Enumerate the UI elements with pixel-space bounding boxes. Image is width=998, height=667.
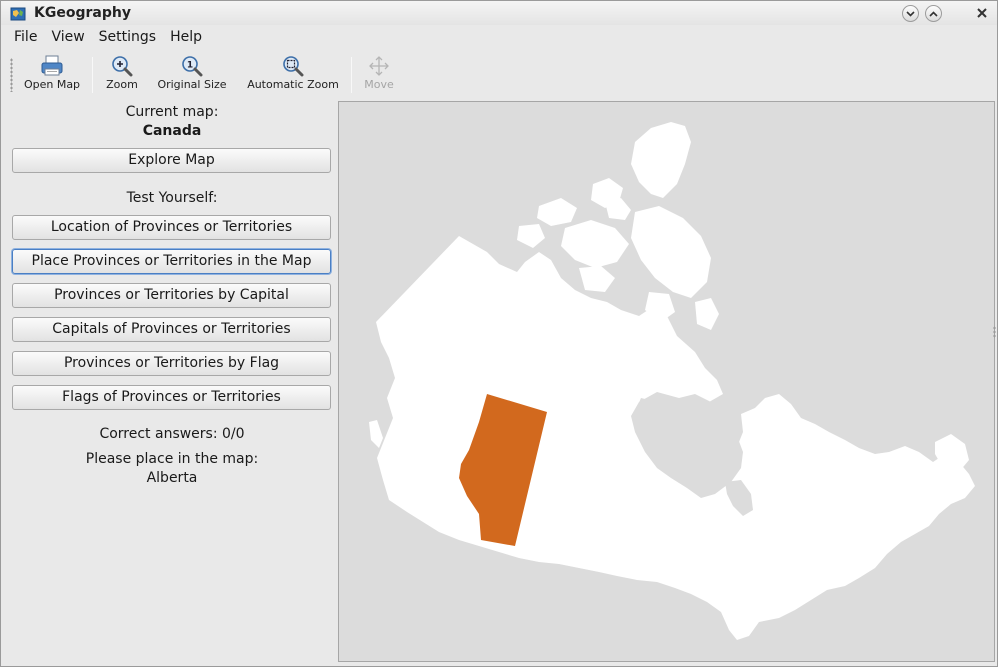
- arctic-island[interactable]: [517, 224, 545, 248]
- test-flags-button[interactable]: Flags of Provinces or Territories: [12, 385, 331, 410]
- open-map-label: Open Map: [23, 78, 81, 91]
- zoom-original-icon: 1: [182, 56, 203, 77]
- menu-view[interactable]: View: [44, 29, 91, 45]
- main-toolbar: Open Map Zoom 1 Original Size Automatic …: [1, 53, 997, 97]
- move-button[interactable]: Move: [361, 55, 397, 95]
- arctic-island[interactable]: [537, 198, 577, 226]
- original-size-label: Original Size: [157, 78, 227, 91]
- test-yourself-heading: Test Yourself:: [126, 190, 218, 206]
- test-location-button[interactable]: Location of Provinces or Territories: [12, 215, 331, 240]
- arctic-island[interactable]: [579, 266, 615, 292]
- canada-map[interactable]: [339, 102, 994, 661]
- current-map-label: Current map:: [125, 104, 219, 120]
- arctic-island[interactable]: [631, 206, 711, 298]
- zoom-label: Zoom: [106, 78, 138, 91]
- maximize-button[interactable]: [925, 5, 942, 22]
- menu-file[interactable]: File: [7, 29, 44, 45]
- toolbar-grip[interactable]: [10, 58, 13, 92]
- prompt-text: Please place in the map:: [85, 451, 259, 467]
- move-arrows-icon: [369, 56, 389, 76]
- correct-answers-text: Correct answers: 0/0: [99, 426, 245, 442]
- app-window: KGeography File View Settings Help Open …: [0, 0, 998, 667]
- arctic-island[interactable]: [561, 220, 629, 268]
- arctic-island[interactable]: [631, 122, 691, 198]
- open-map-button[interactable]: Open Map: [21, 55, 83, 95]
- kgeography-icon: [10, 7, 26, 21]
- splitter-handle[interactable]: [993, 326, 996, 338]
- menu-bar: File View Settings Help: [1, 25, 997, 49]
- chevron-up-icon: [929, 10, 938, 17]
- arctic-island[interactable]: [695, 298, 719, 330]
- title-bar[interactable]: KGeography: [1, 1, 997, 25]
- vancouver-island[interactable]: [369, 420, 383, 448]
- automatic-zoom-label: Automatic Zoom: [247, 78, 339, 91]
- menu-help[interactable]: Help: [163, 29, 209, 45]
- zoom-fit-icon: [283, 56, 304, 77]
- move-label: Move: [364, 78, 394, 91]
- menu-settings[interactable]: Settings: [92, 29, 163, 45]
- map-view[interactable]: [338, 101, 995, 662]
- zoom-button[interactable]: Zoom: [103, 55, 141, 95]
- svg-text:1: 1: [187, 61, 193, 71]
- target-region-text: Alberta: [146, 470, 198, 486]
- original-size-button[interactable]: 1 Original Size: [152, 55, 232, 95]
- printer-open-icon: [41, 55, 63, 76]
- toolbar-separator: [351, 57, 352, 93]
- test-capitals-button[interactable]: Capitals of Provinces or Territories: [12, 317, 331, 342]
- chevron-down-icon: [906, 10, 915, 17]
- arctic-island[interactable]: [605, 198, 631, 220]
- close-button[interactable]: [973, 4, 991, 22]
- close-icon: [977, 8, 987, 18]
- toolbar-separator: [92, 57, 93, 93]
- explore-map-button[interactable]: Explore Map: [12, 148, 331, 173]
- window-title: KGeography: [34, 5, 131, 21]
- test-by-capital-button[interactable]: Provinces or Territories by Capital: [12, 283, 331, 308]
- automatic-zoom-button[interactable]: Automatic Zoom: [243, 55, 343, 95]
- test-place-button[interactable]: Place Provinces or Territories in the Ma…: [12, 249, 331, 274]
- minimize-button[interactable]: [902, 5, 919, 22]
- test-by-flag-button[interactable]: Provinces or Territories by Flag: [12, 351, 331, 376]
- zoom-in-icon: [112, 56, 133, 77]
- current-map-name: Canada: [142, 123, 202, 139]
